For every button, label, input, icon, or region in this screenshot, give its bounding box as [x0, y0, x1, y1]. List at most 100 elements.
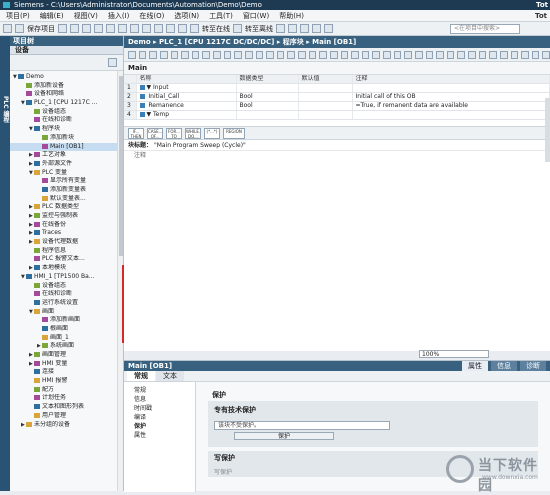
column-header[interactable]: 默认值: [298, 75, 353, 84]
tree-node[interactable]: 连接: [10, 368, 123, 377]
interface-cell[interactable]: [236, 110, 299, 120]
properties-nav-item[interactable]: 时间戳: [134, 404, 195, 413]
editor-tool-icon[interactable]: [457, 50, 465, 59]
interface-cell[interactable]: [236, 83, 299, 93]
editor-tool-icon[interactable]: [499, 50, 508, 59]
editor-tool-icon[interactable]: [542, 50, 550, 59]
editor-tool-icon[interactable]: [170, 50, 179, 59]
tree-node[interactable]: ▼ 画面: [10, 308, 123, 317]
copy-icon[interactable]: [82, 24, 91, 33]
tree-node[interactable]: 计划任务: [10, 394, 123, 403]
editor-tool-icon[interactable]: [521, 50, 529, 59]
editor-tool-icon[interactable]: [361, 50, 370, 59]
column-header[interactable]: 注释: [352, 75, 550, 84]
tree-node[interactable]: 在线和诊断: [10, 116, 123, 125]
tree-node[interactable]: ▶ 设备代理数据: [10, 238, 123, 247]
tree-node[interactable]: ▶ HMI 变量: [10, 360, 123, 369]
editor-tool-icon[interactable]: [159, 50, 168, 59]
compile-icon[interactable]: [142, 24, 151, 33]
block-comment[interactable]: 注释: [124, 151, 550, 160]
tree-node[interactable]: ▶ 画面管理: [10, 351, 123, 360]
tree-node[interactable]: ▶ 监控与强制表: [10, 212, 123, 221]
editor-tool-icon[interactable]: [213, 50, 221, 59]
tree-node[interactable]: ▶ 工艺对象: [10, 151, 123, 160]
interface-cell[interactable]: [298, 83, 353, 93]
open-project-icon[interactable]: [15, 24, 24, 33]
interface-cell[interactable]: Initial call of this OB: [352, 92, 550, 102]
tree-node[interactable]: 设备和网络: [10, 90, 123, 99]
print-icon[interactable]: [58, 24, 67, 33]
go-online-icon[interactable]: [190, 24, 199, 33]
editor-tool-icon[interactable]: [393, 50, 402, 59]
accessible-devices-icon[interactable]: [276, 24, 285, 33]
split-horizontal-icon[interactable]: [312, 24, 321, 33]
instruction-button[interactable]: REGION: [223, 127, 245, 139]
editor-tool-icon[interactable]: [468, 50, 476, 59]
properties-nav-item[interactable]: 编译: [134, 413, 195, 422]
tree-node[interactable]: 程序信息: [10, 247, 123, 256]
editor-tool-icon[interactable]: [372, 50, 380, 59]
interface-row[interactable]: 1 ▼ Input: [124, 83, 550, 93]
menu-item[interactable]: 插入(I): [108, 11, 130, 21]
editor-tool-icon[interactable]: [404, 50, 412, 59]
editor-tool-icon[interactable]: [340, 50, 349, 59]
editor-tool-icon[interactable]: [414, 50, 423, 59]
interface-row[interactable]: 3 Remanence Bool =True, if remanent data a…: [124, 101, 550, 111]
menu-item[interactable]: 窗口(W): [243, 11, 269, 21]
tree-node[interactable]: ▼ PLC_1 [CPU 1217C ...: [10, 99, 123, 108]
tree-node[interactable]: ▶ 本地模块: [10, 264, 123, 273]
editor-tool-icon[interactable]: [223, 50, 232, 59]
editor-tool-icon[interactable]: [298, 50, 306, 59]
undo-icon[interactable]: [118, 24, 127, 33]
editor-scrollbar[interactable]: [545, 98, 550, 162]
editor-tool-icon[interactable]: [266, 50, 274, 59]
redo-icon[interactable]: [130, 24, 139, 33]
tree-node[interactable]: 添加新块: [10, 134, 123, 143]
editor-tool-icon[interactable]: [191, 50, 200, 59]
stop-cpu-icon[interactable]: [300, 24, 309, 33]
zoom-select[interactable]: 100%: [419, 350, 489, 358]
project-search-input[interactable]: <在项目中搜索>: [450, 24, 520, 34]
tab-properties[interactable]: 属性: [462, 361, 488, 371]
editor-tool-icon[interactable]: [138, 50, 147, 59]
start-cpu-icon[interactable]: [288, 24, 297, 33]
interface-cell[interactable]: [298, 110, 353, 120]
menu-item[interactable]: 选项(N): [174, 11, 199, 21]
editor-tool-icon[interactable]: [329, 50, 338, 59]
editor-tool-icon[interactable]: [531, 50, 540, 59]
tree-node[interactable]: ▼ 程序块: [10, 125, 123, 134]
menu-item[interactable]: 帮助(H): [279, 11, 304, 21]
editor-tool-icon[interactable]: [149, 50, 157, 59]
menu-item[interactable]: 工具(T): [209, 11, 233, 21]
interface-cell[interactable]: =True, if remanent data are available: [352, 101, 550, 111]
editor-tool-icon[interactable]: [255, 50, 264, 59]
tree-node[interactable]: ▶ 外部源文件: [10, 160, 123, 169]
instruction-button[interactable]: (*...*): [204, 127, 220, 139]
tree-node[interactable]: 画面_1: [10, 334, 123, 343]
overview-icon[interactable]: [108, 58, 117, 67]
interface-row[interactable]: 2 Initial_Call Bool Initial call of this O…: [124, 92, 550, 102]
cut-icon[interactable]: [70, 24, 79, 33]
block-title-row[interactable]: 块标题： "Main Program Sweep (Cycle)": [124, 140, 550, 151]
instruction-button[interactable]: FOR... TO DO...: [166, 127, 182, 139]
interface-cell[interactable]: ▼ Temp: [136, 110, 237, 120]
interface-cell[interactable]: Bool: [236, 101, 299, 111]
editor-tool-icon[interactable]: [351, 50, 359, 59]
interface-cell[interactable]: [352, 110, 550, 120]
tree-node[interactable]: 设备组态: [10, 282, 123, 291]
properties-nav-item[interactable]: 保护: [134, 422, 195, 431]
instruction-button[interactable]: WHILE... DO...: [185, 127, 201, 139]
menu-item[interactable]: 项目(P): [6, 11, 30, 21]
tree-node[interactable]: 根画面: [10, 325, 123, 334]
column-header[interactable]: 名称: [136, 75, 237, 84]
tree-node[interactable]: Main [OB1]: [10, 142, 123, 152]
portal-side-tab[interactable]: PLC 编程: [0, 36, 10, 491]
tree-node[interactable]: 添加新设备: [10, 82, 123, 91]
editor-tool-icon[interactable]: [308, 50, 317, 59]
interface-row[interactable]: 4 ▼ Temp: [124, 110, 550, 120]
editor-tool-icon[interactable]: [276, 50, 285, 59]
interface-cell[interactable]: [298, 92, 353, 102]
protect-button[interactable]: 保护: [234, 432, 334, 440]
instruction-button[interactable]: IF... THEN: [128, 127, 144, 139]
tree-node[interactable]: ▶ 系统画面: [10, 342, 123, 351]
